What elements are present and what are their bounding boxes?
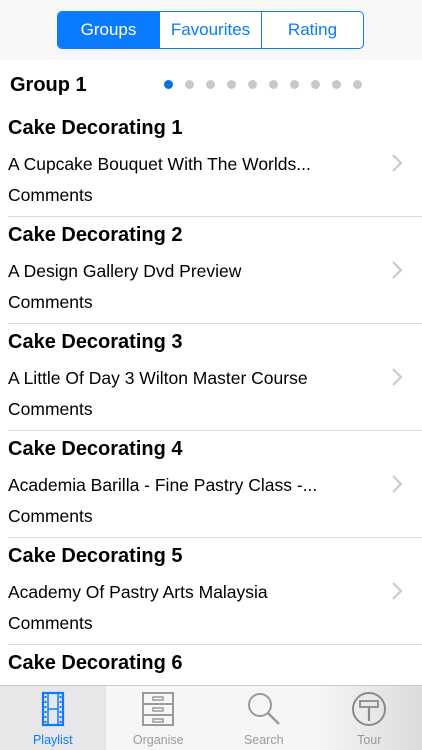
- item-subtitle: Academia Barilla - Fine Pastry Class -..…: [8, 475, 318, 495]
- item-title: Cake Decorating 5: [8, 545, 183, 567]
- page-dot: [290, 80, 299, 89]
- page-dot: [353, 80, 362, 89]
- tab-tour[interactable]: Tour: [316, 686, 422, 750]
- tab-organise[interactable]: Organise: [106, 686, 212, 750]
- film-strip-icon: [41, 691, 64, 727]
- segment-rating[interactable]: Rating: [261, 12, 363, 48]
- list-item[interactable]: Cake Decorating 4 Academia Barilla - Fin…: [0, 431, 422, 538]
- tab-label: Search: [243, 733, 284, 747]
- item-comments-link[interactable]: Comments: [8, 292, 93, 313]
- page-dot: [206, 80, 215, 89]
- list-item[interactable]: Cake Decorating 1 A Cupcake Bouquet With…: [0, 110, 422, 217]
- video-list: Cake Decorating 1 A Cupcake Bouquet With…: [0, 110, 422, 750]
- tab-search[interactable]: Search: [211, 686, 317, 750]
- segment-groups[interactable]: Groups: [58, 12, 159, 48]
- cabinet-icon: [142, 692, 175, 726]
- chevron-right-icon: [392, 368, 403, 386]
- tab-playlist[interactable]: Playlist: [0, 686, 106, 750]
- chevron-right-icon: [392, 154, 403, 172]
- group-title: Group 1: [10, 74, 87, 96]
- page-dot: [332, 80, 341, 89]
- page-dot: [248, 80, 257, 89]
- item-subtitle: A Design Gallery Dvd Preview: [8, 261, 242, 281]
- tab-label: Playlist: [32, 733, 73, 747]
- signpost-icon: [352, 692, 387, 726]
- list-item[interactable]: Cake Decorating 3 A Little Of Day 3 Wilt…: [0, 324, 422, 431]
- item-title: Cake Decorating 3: [8, 331, 183, 353]
- item-title: Cake Decorating 4: [8, 438, 183, 460]
- page-dot: [269, 80, 278, 89]
- list-item[interactable]: Cake Decorating 5 Academy Of Pastry Arts…: [0, 538, 422, 645]
- magnifier-icon: [247, 693, 280, 725]
- segment-favourites[interactable]: Favourites: [159, 12, 261, 48]
- item-comments-link[interactable]: Comments: [8, 613, 93, 634]
- top-bar: Groups Favourites Rating: [0, 0, 422, 60]
- tab-label: Organise: [132, 733, 184, 747]
- item-subtitle: A Little Of Day 3 Wilton Master Course: [8, 368, 308, 388]
- chevron-right-icon: [392, 261, 403, 279]
- tab-label: Tour: [357, 733, 382, 747]
- chevron-right-icon: [392, 475, 403, 493]
- page-indicator[interactable]: [164, 80, 374, 89]
- tab-bar: Playlist Organise Search Tour: [0, 685, 422, 750]
- app-screen: Groups Favourites Rating Group 1 Cake De…: [0, 0, 422, 750]
- item-subtitle: Academy Of Pastry Arts Malaysia: [8, 582, 268, 602]
- item-comments-link[interactable]: Comments: [8, 399, 93, 420]
- page-dot-active: [164, 80, 173, 89]
- page-dot: [311, 80, 320, 89]
- item-title: Cake Decorating 2: [8, 224, 183, 246]
- item-subtitle: A Cupcake Bouquet With The Worlds...: [8, 154, 311, 174]
- item-title: Cake Decorating 6: [8, 652, 183, 674]
- page-dot: [227, 80, 236, 89]
- item-comments-link[interactable]: Comments: [8, 185, 93, 206]
- view-segmented-control: Groups Favourites Rating: [57, 11, 364, 49]
- page-dot: [185, 80, 194, 89]
- chevron-right-icon: [392, 582, 403, 600]
- list-item[interactable]: Cake Decorating 2 A Design Gallery Dvd P…: [0, 217, 422, 324]
- item-title: Cake Decorating 1: [8, 117, 183, 139]
- item-comments-link[interactable]: Comments: [8, 506, 93, 527]
